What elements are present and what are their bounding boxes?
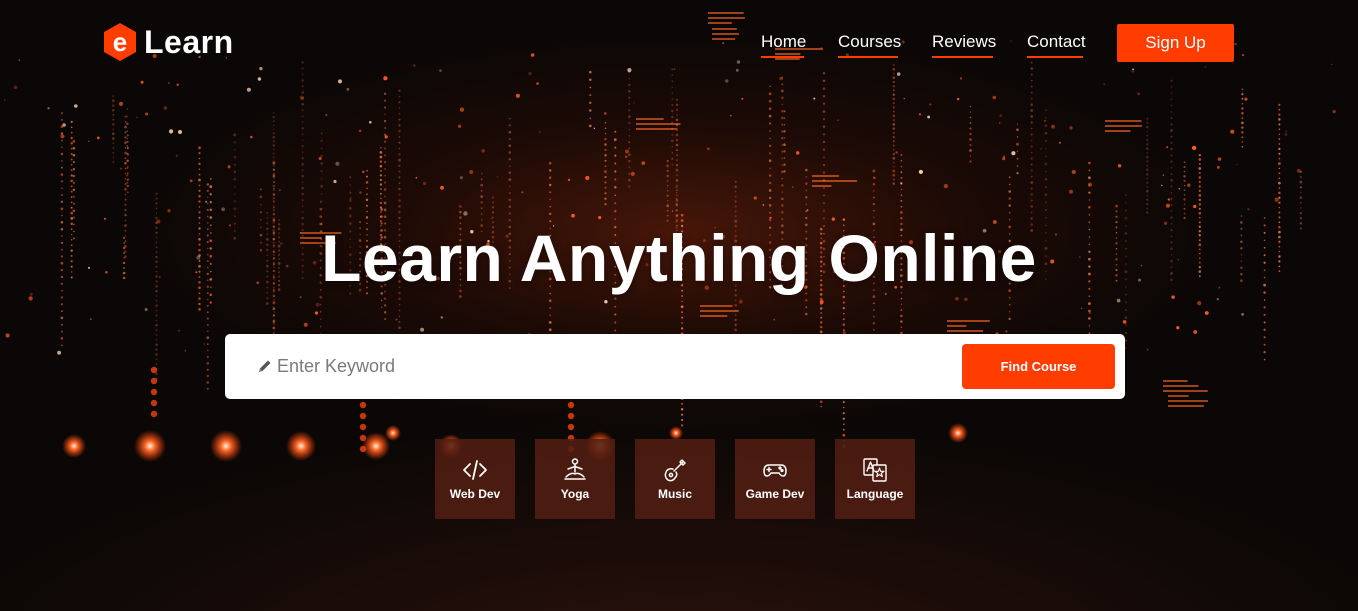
site-header: e Learn Home Courses Reviews Contact Sig… — [0, 0, 1358, 90]
hexagon-logo-icon: e — [104, 23, 136, 61]
category-label: Language — [846, 487, 904, 501]
nav-reviews[interactable]: Reviews — [932, 32, 996, 58]
category-label: Music — [657, 487, 692, 501]
brand-logo[interactable]: e Learn — [102, 22, 234, 62]
svg-text:e: e — [113, 27, 127, 57]
gamepad-icon — [763, 464, 787, 477]
search-bar: Find Course — [225, 334, 1125, 399]
category-web-dev[interactable]: Web Dev — [435, 439, 515, 519]
guitar-icon — [664, 459, 686, 482]
code-icon — [463, 460, 487, 480]
category-label: Game Dev — [745, 487, 805, 501]
find-course-button[interactable]: Find Course — [962, 344, 1115, 389]
nav-home[interactable]: Home — [761, 32, 806, 58]
hero-background — [3, 12, 1336, 462]
yoga-icon — [564, 458, 586, 480]
nav-courses[interactable]: Courses — [838, 32, 901, 58]
nav-contact[interactable]: Contact — [1027, 32, 1086, 58]
category-music[interactable]: Music — [635, 439, 715, 519]
pencil-icon — [259, 360, 271, 372]
category-game-dev[interactable]: Game Dev — [735, 439, 815, 519]
signup-button[interactable]: Sign Up — [1117, 24, 1234, 62]
hero-title: Learn Anything Online — [321, 221, 1037, 295]
category-label: Yoga — [560, 487, 590, 501]
brand-name: Learn — [144, 23, 234, 60]
translate-icon — [863, 458, 887, 482]
category-label: Web Dev — [449, 487, 501, 501]
category-language[interactable]: Language — [835, 439, 915, 519]
category-yoga[interactable]: Yoga — [535, 439, 615, 519]
keyword-input[interactable] — [277, 351, 897, 381]
